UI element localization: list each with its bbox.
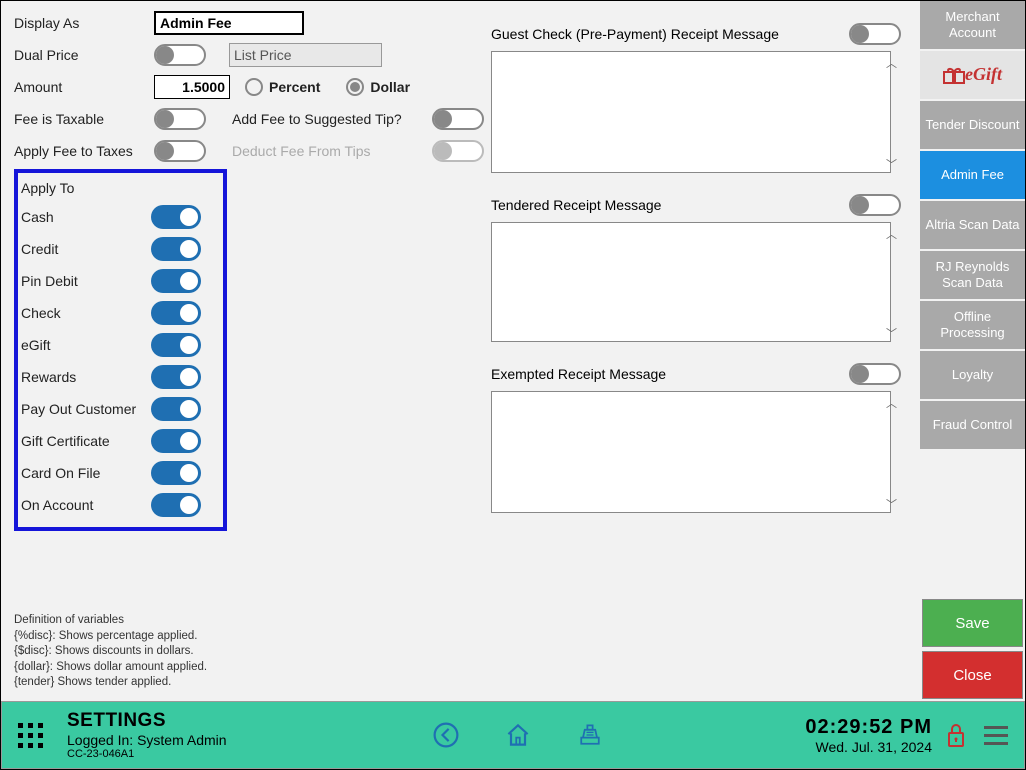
footer-title: SETTINGS	[67, 710, 227, 732]
deduct-fee-tips-label: Deduct Fee From Tips	[232, 143, 432, 159]
apply-to-egift-toggle[interactable]	[151, 333, 201, 357]
apply-to-onaccount-toggle[interactable]	[151, 493, 201, 517]
amount-label: Amount	[14, 79, 154, 95]
apply-fee-taxes-label: Apply Fee to Taxes	[14, 143, 154, 159]
tendered-msg-textarea[interactable]	[491, 222, 891, 342]
sidebar-item-egift[interactable]: eGift	[920, 51, 1025, 99]
display-as-input[interactable]	[154, 11, 304, 35]
sidebar-item-loyalty[interactable]: Loyalty	[920, 351, 1025, 399]
dual-price-value	[229, 43, 382, 67]
home-icon[interactable]	[504, 721, 532, 749]
apply-to-rewards-toggle[interactable]	[151, 365, 201, 389]
apply-to-cardonfile-toggle[interactable]	[151, 461, 201, 485]
exempted-msg-toggle[interactable]	[849, 363, 901, 385]
apply-to-cash-toggle[interactable]	[151, 205, 201, 229]
percent-label: Percent	[269, 79, 320, 95]
add-fee-tip-label: Add Fee to Suggested Tip?	[232, 111, 432, 127]
scroll-up-icon[interactable]: ︿	[886, 226, 897, 242]
exempted-msg-textarea[interactable]	[491, 391, 891, 513]
gift-icon	[943, 66, 965, 84]
fee-taxable-toggle[interactable]	[154, 108, 206, 130]
sidebar-item-merchant[interactable]: Merchant Account	[920, 1, 1025, 49]
percent-radio[interactable]: Percent	[245, 78, 320, 96]
apply-to-check-label: Check	[21, 305, 151, 321]
exempted-msg-label: Exempted Receipt Message	[491, 366, 666, 382]
apply-to-giftcert-label: Gift Certificate	[21, 433, 151, 449]
lock-icon[interactable]	[946, 722, 966, 748]
apply-fee-taxes-toggle[interactable]	[154, 140, 206, 162]
fee-taxable-label: Fee is Taxable	[14, 111, 154, 127]
clock-time: 02:29:52 PM	[805, 716, 932, 739]
sidebar-item-offline[interactable]: Offline Processing	[920, 301, 1025, 349]
definitions: Definition of variables {%disc}: Shows p…	[14, 613, 207, 691]
scroll-down-icon[interactable]: ﹀	[886, 496, 897, 512]
guest-msg-label: Guest Check (Pre-Payment) Receipt Messag…	[491, 26, 779, 42]
tendered-msg-toggle[interactable]	[849, 194, 901, 216]
sidebar-item-fraud[interactable]: Fraud Control	[920, 401, 1025, 449]
apply-to-cardonfile-label: Card On File	[21, 465, 151, 481]
apply-to-payout-label: Pay Out Customer	[21, 401, 151, 417]
dual-price-label: Dual Price	[14, 47, 154, 63]
save-button[interactable]: Save	[922, 599, 1023, 647]
scroll-down-icon[interactable]: ﹀	[886, 325, 897, 341]
apply-to-credit-label: Credit	[21, 241, 151, 257]
terminal-id: CC-23-046A1	[67, 748, 227, 761]
sidebar-item-altria[interactable]: Altria Scan Data	[920, 201, 1025, 249]
apply-to-check-toggle[interactable]	[151, 301, 201, 325]
register-icon[interactable]	[576, 721, 604, 749]
apply-to-giftcert-toggle[interactable]	[151, 429, 201, 453]
apply-to-egift-label: eGift	[21, 337, 151, 353]
logged-in-user: System Admin	[137, 732, 226, 748]
apply-to-payout-toggle[interactable]	[151, 397, 201, 421]
guest-msg-toggle[interactable]	[849, 23, 901, 45]
apply-to-onaccount-label: On Account	[21, 497, 151, 513]
logged-in-label: Logged In:	[67, 732, 137, 748]
apply-to-pindebit-toggle[interactable]	[151, 269, 201, 293]
apply-to-pindebit-label: Pin Debit	[21, 273, 151, 289]
menu-icon[interactable]	[984, 726, 1008, 745]
apply-to-box: Apply To Cash Credit Pin Debit Check eGi…	[14, 169, 227, 531]
scroll-up-icon[interactable]: ︿	[886, 395, 897, 411]
apply-to-rewards-label: Rewards	[21, 369, 151, 385]
sidebar-item-rj[interactable]: RJ Reynolds Scan Data	[920, 251, 1025, 299]
tendered-msg-label: Tendered Receipt Message	[491, 197, 661, 213]
clock-date: Wed. Jul. 31, 2024	[805, 739, 932, 755]
scroll-up-icon[interactable]: ︿	[886, 55, 897, 71]
apply-to-cash-label: Cash	[21, 209, 151, 225]
amount-input[interactable]	[154, 75, 230, 99]
apply-to-credit-toggle[interactable]	[151, 237, 201, 261]
back-icon[interactable]	[432, 721, 460, 749]
sidebar-item-admin-fee[interactable]: Admin Fee	[920, 151, 1025, 199]
sidebar-item-tender[interactable]: Tender Discount	[920, 101, 1025, 149]
close-button[interactable]: Close	[922, 651, 1023, 699]
add-fee-tip-toggle[interactable]	[432, 108, 484, 130]
scroll-down-icon[interactable]: ﹀	[886, 156, 897, 172]
dollar-label: Dollar	[370, 79, 410, 95]
dual-price-toggle[interactable]	[154, 44, 206, 66]
apps-grid-icon[interactable]	[18, 723, 43, 748]
dollar-radio[interactable]: Dollar	[346, 78, 410, 96]
apply-to-header: Apply To	[21, 180, 151, 196]
guest-msg-textarea[interactable]	[491, 51, 891, 173]
deduct-fee-tips-toggle	[432, 140, 484, 162]
display-as-label: Display As	[14, 15, 154, 31]
